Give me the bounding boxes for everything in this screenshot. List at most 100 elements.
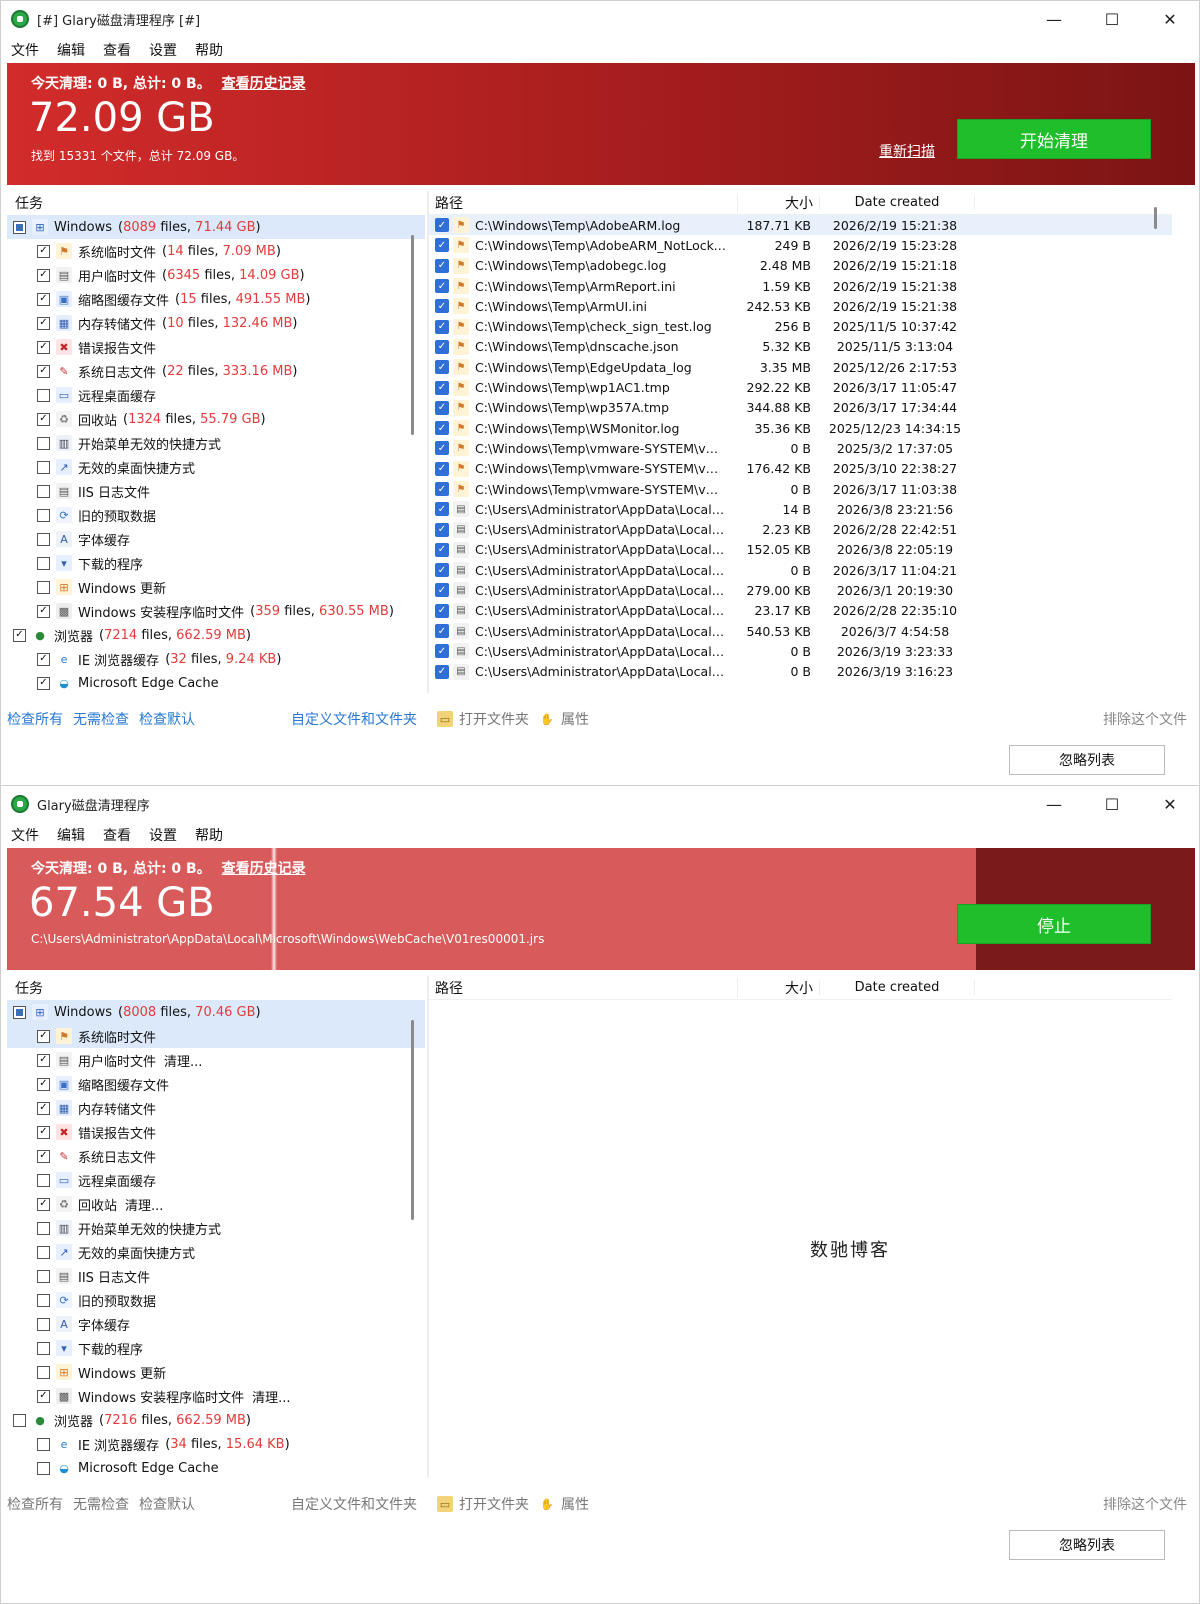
task-checkbox[interactable]: [37, 532, 50, 546]
task-item[interactable]: ✓ ▦ 内存转储文件 (10 files, 132.46 MB): [7, 311, 425, 335]
task-item[interactable]: ✓ ▣ 缩略图缓存文件 (15 files, 491.55 MB): [7, 287, 425, 311]
check-none-link[interactable]: 无需检查: [73, 1494, 129, 1514]
rescan-link[interactable]: 重新扫描: [879, 141, 935, 161]
task-item[interactable]: ✓ ● 浏览器 (7214 files, 662.59 MB): [7, 623, 425, 647]
task-item[interactable]: ✓ ▩ Windows 安装程序临时文件 (359 files, 630.55 MB): [7, 599, 425, 623]
file-checkbox[interactable]: ✓: [435, 522, 449, 537]
task-checkbox[interactable]: [37, 1317, 50, 1331]
task-item[interactable]: ⟳ 旧的预取数据: [7, 1288, 425, 1312]
task-checkbox[interactable]: [37, 1245, 50, 1259]
task-checkbox[interactable]: ✓: [37, 1125, 50, 1139]
file-row[interactable]: ✓ ▤ C:\Users\Administrator\AppData\Local\T…: [429, 540, 1172, 560]
task-checkbox[interactable]: [37, 460, 50, 474]
file-checkbox[interactable]: ✓: [435, 421, 449, 436]
task-checkbox[interactable]: ✓: [37, 676, 50, 690]
file-checkbox[interactable]: ✓: [435, 603, 449, 618]
task-checkbox[interactable]: [37, 508, 50, 522]
task-checkbox[interactable]: [13, 220, 26, 234]
task-checkbox[interactable]: ✓: [37, 1197, 50, 1211]
task-item[interactable]: ✓ e IE 浏览器缓存 (32 files, 9.24 KB): [7, 647, 425, 671]
file-row[interactable]: ✓ ⚑ C:\Windows\Temp\dnscache.json 5.32 KB 20…: [429, 337, 1172, 357]
task-checkbox[interactable]: [37, 1269, 50, 1283]
tree-scrollbar[interactable]: [411, 235, 414, 435]
file-row[interactable]: ✓ ⚑ C:\Windows\Temp\WSMonitor.log 35.36 KB 2…: [429, 418, 1172, 438]
task-checkbox[interactable]: ✓: [37, 364, 50, 378]
exclude-file-button[interactable]: 排除这个文件: [1103, 709, 1187, 729]
start-clean-button[interactable]: 开始清理: [957, 119, 1151, 159]
file-checkbox[interactable]: ✓: [435, 380, 449, 395]
task-item[interactable]: ✓ ♻ 回收站 清理...: [7, 1192, 425, 1216]
task-checkbox[interactable]: ✓: [37, 604, 50, 618]
task-checkbox[interactable]: ✓: [37, 1029, 50, 1043]
file-checkbox[interactable]: ✓: [435, 461, 449, 476]
file-checkbox[interactable]: ✓: [435, 258, 449, 273]
task-item[interactable]: ▤ IIS 日志文件: [7, 479, 425, 503]
task-item[interactable]: ✓ ▦ 内存转储文件: [7, 1096, 425, 1120]
column-date-created[interactable]: Date created: [819, 195, 975, 210]
menu-settings[interactable]: 设置: [149, 40, 177, 60]
custom-files-folders-link[interactable]: 自定义文件和文件夹: [291, 1494, 417, 1514]
menu-edit[interactable]: 编辑: [57, 825, 85, 845]
task-item[interactable]: ⊞ Windows (8089 files, 71.44 GB): [7, 215, 425, 239]
file-checkbox[interactable]: ✓: [435, 542, 449, 557]
maximize-button[interactable]: ☐: [1083, 1, 1141, 37]
column-path[interactable]: 路径: [429, 978, 737, 998]
task-checkbox[interactable]: [37, 1293, 50, 1307]
check-all-link[interactable]: 检查所有: [7, 709, 63, 729]
task-item[interactable]: ⊞ Windows (8008 files, 70.46 GB): [7, 1000, 425, 1024]
file-row[interactable]: ✓ ⚑ C:\Windows\Temp\AdobeARM_NotLocke... 24…: [429, 235, 1172, 255]
task-item[interactable]: ▭ 远程桌面缓存: [7, 1168, 425, 1192]
task-item[interactable]: ⊞ Windows 更新: [7, 1360, 425, 1384]
file-checkbox[interactable]: ✓: [435, 644, 449, 659]
view-history-link[interactable]: 查看历史记录: [222, 861, 306, 877]
task-item[interactable]: ✓ ♻ 回收站 (1324 files, 55.79 GB): [7, 407, 425, 431]
file-row[interactable]: ✓ ▤ C:\Users\Administrator\AppData\Local\T…: [429, 519, 1172, 539]
column-size[interactable]: 大小: [737, 192, 819, 213]
task-checkbox[interactable]: [13, 1413, 26, 1427]
file-row[interactable]: ✓ ⚑ C:\Windows\Temp\wp357A.tmp 344.88 KB 202…: [429, 398, 1172, 418]
file-row[interactable]: ✓ ⚑ C:\Windows\Temp\EdgeUpdata_log 3.35 MB 2…: [429, 357, 1172, 377]
file-row[interactable]: ✓ ⚑ C:\Windows\Temp\ArmUI.ini 242.53 KB 2026…: [429, 296, 1172, 316]
task-checkbox[interactable]: [37, 1461, 50, 1475]
task-item[interactable]: ✓ ✖ 错误报告文件: [7, 335, 425, 359]
menu-edit[interactable]: 编辑: [57, 40, 85, 60]
task-item[interactable]: ▤ IIS 日志文件: [7, 1264, 425, 1288]
task-item[interactable]: ✓ ✎ 系统日志文件 (22 files, 333.16 MB): [7, 359, 425, 383]
file-checkbox[interactable]: ✓: [435, 583, 449, 598]
column-date-created[interactable]: Date created: [819, 980, 975, 995]
file-checkbox[interactable]: ✓: [435, 360, 449, 375]
task-item[interactable]: ✓ ▩ Windows 安装程序临时文件 清理...: [7, 1384, 425, 1408]
task-item[interactable]: ▥ 开始菜单无效的快捷方式: [7, 431, 425, 455]
tree-scrollbar[interactable]: [411, 1020, 414, 1220]
check-default-link[interactable]: 检查默认: [139, 1494, 195, 1514]
file-row[interactable]: ✓ ⚑ C:\Windows\Temp\ArmReport.ini 1.59 KB 20…: [429, 276, 1172, 296]
file-row[interactable]: ✓ ▤ C:\Users\Administrator\AppData\Local\T…: [429, 621, 1172, 641]
menu-view[interactable]: 查看: [103, 825, 131, 845]
ignore-list-button[interactable]: 忽略列表: [1009, 1530, 1165, 1560]
file-checkbox[interactable]: ✓: [435, 218, 449, 233]
task-item[interactable]: ◒ Microsoft Edge Cache: [7, 1456, 425, 1478]
file-row[interactable]: ✓ ▤ C:\Users\Administrator\AppData\Local\T…: [429, 641, 1172, 661]
task-item[interactable]: ↗ 无效的桌面快捷方式: [7, 455, 425, 479]
file-checkbox[interactable]: ✓: [435, 319, 449, 334]
file-row[interactable]: ✓ ▤ C:\Users\Administrator\AppData\Local\T…: [429, 601, 1172, 621]
file-checkbox[interactable]: ✓: [435, 299, 449, 314]
file-row[interactable]: ✓ ⚑ C:\Windows\Temp\vmware-SYSTEM\vma... 0 …: [429, 438, 1172, 458]
task-item[interactable]: ● 浏览器 (7216 files, 662.59 MB): [7, 1408, 425, 1432]
task-checkbox[interactable]: [37, 436, 50, 450]
open-folder-button[interactable]: ▭ 打开文件夹: [437, 1494, 529, 1514]
view-history-link[interactable]: 查看历史记录: [222, 76, 306, 92]
file-row[interactable]: ✓ ▤ C:\Users\Administrator\AppData\Local\T…: [429, 560, 1172, 580]
maximize-button[interactable]: ☐: [1083, 786, 1141, 822]
task-item[interactable]: ✓ ▤ 用户临时文件 (6345 files, 14.09 GB): [7, 263, 425, 287]
task-item[interactable]: A 字体缓存: [7, 1312, 425, 1336]
task-item[interactable]: ✓ ▣ 缩略图缓存文件: [7, 1072, 425, 1096]
file-checkbox[interactable]: ✓: [435, 400, 449, 415]
menu-view[interactable]: 查看: [103, 40, 131, 60]
menu-help[interactable]: 帮助: [195, 40, 223, 60]
column-path[interactable]: 路径: [429, 193, 737, 213]
task-checkbox[interactable]: [37, 1341, 50, 1355]
file-row[interactable]: ✓ ⚑ C:\Windows\Temp\wp1AC1.tmp 292.22 KB 202…: [429, 377, 1172, 397]
file-checkbox[interactable]: ✓: [435, 279, 449, 294]
task-checkbox[interactable]: ✓: [37, 316, 50, 330]
